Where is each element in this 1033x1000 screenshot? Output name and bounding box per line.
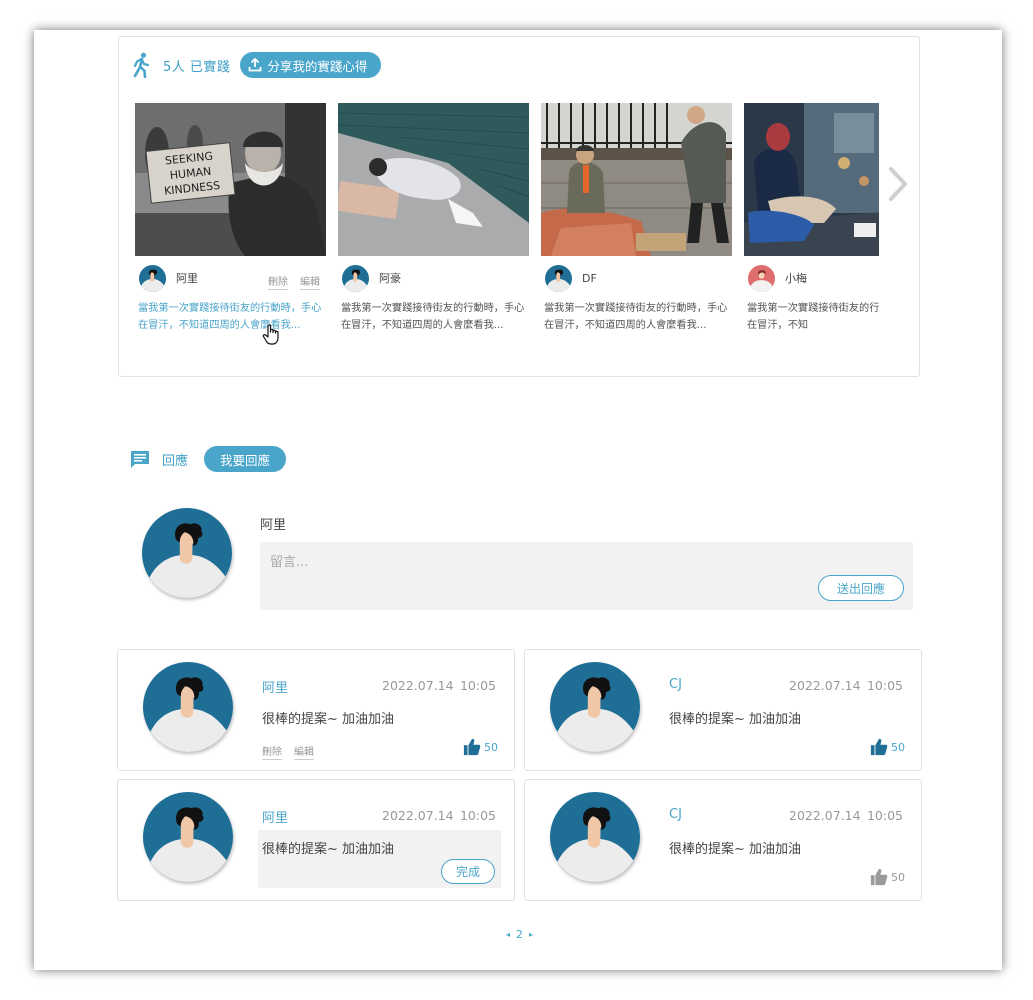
practice-item[interactable]: 阿豪 當我第一次實踐接待街友的行動時，手心在冒汗，不知道四周的人會麼看我... — [338, 103, 529, 334]
comment-card: CJ 2022.07.14 10:05 很棒的提案~ 加油加油 50 — [524, 649, 922, 771]
practice-author: 阿里 — [176, 272, 198, 285]
prev-page-button[interactable]: ◂ — [506, 930, 510, 939]
practice-item[interactable]: SEEKING HUMAN KINDNESS 阿里 刪除 編輯 當我第一次實踐接… — [135, 103, 326, 334]
practice-excerpt[interactable]: 當我第一次實踐接待街友的行動時，手心在冒汗，不知道四周的人會麼看我... — [541, 300, 732, 334]
avatar — [142, 508, 232, 598]
comment-date: 2022.07.14 — [382, 678, 454, 693]
responses-header: 回應 我要回應 — [130, 444, 287, 474]
comment-actions: 刪除 編輯 — [262, 743, 314, 760]
hand-pointer-cursor-icon — [262, 324, 279, 345]
practice-photo[interactable]: SEEKING HUMAN KINDNESS — [135, 103, 326, 256]
comment-author[interactable]: 阿里 — [262, 677, 288, 696]
delete-link[interactable]: 刪除 — [262, 743, 282, 760]
comment-input[interactable] — [260, 542, 913, 610]
thumbs-up-icon — [870, 738, 888, 756]
thumbs-up-icon — [463, 738, 481, 756]
thumbs-up-icon — [870, 868, 888, 886]
avatar — [342, 265, 369, 292]
practice-author-row: 阿里 刪除 編輯 — [135, 256, 326, 300]
practice-item[interactable]: DF 當我第一次實踐接待街友的行動時，手心在冒汗，不知道四周的人會麼看我... — [541, 103, 732, 334]
comment-time: 10:05 — [866, 808, 903, 823]
compose-user-name: 阿里 — [260, 518, 287, 533]
comment-text: 很棒的提案~ 加油加油 — [262, 712, 395, 727]
page-frame: 5人 已實踐 分享我的實踐心得 SEEKING HUMAN KINDNESS 阿… — [34, 30, 1002, 970]
comment-card: CJ 2022.07.14 10:05 很棒的提案~ 加油加油 50 — [524, 779, 922, 901]
share-button-label: 分享我的實踐心得 — [267, 58, 368, 74]
current-page[interactable]: 2 — [516, 928, 523, 941]
practice-author: 阿豪 — [379, 272, 401, 285]
practice-photo[interactable] — [744, 103, 879, 256]
avatar — [139, 265, 166, 292]
practice-author: 小梅 — [785, 272, 807, 285]
practice-excerpt[interactable]: 當我第一次實踐接待街友的行動時，手心在冒汗，不知 — [744, 300, 879, 334]
pagination: ◂ 2 ▸ — [506, 928, 533, 941]
practice-excerpt[interactable]: 當我第一次實踐接待街友的行動時，手心在冒汗，不知道四周的人會麼看我... — [135, 300, 326, 334]
comment-date: 2022.07.14 — [789, 678, 861, 693]
comment-date: 2022.07.14 — [382, 808, 454, 823]
comment-text: 很棒的提案~ 加油加油 — [669, 712, 802, 727]
reply-button[interactable]: 我要回應 — [204, 446, 287, 472]
practice-header: 5人 已實踐 分享我的實踐心得 — [131, 49, 382, 81]
practice-author-row: 阿豪 — [338, 256, 529, 300]
practice-excerpt[interactable]: 當我第一次實踐接待街友的行動時，手心在冒汗，不知道四周的人會麼看我... — [338, 300, 529, 334]
comment-edit-field[interactable]: 很棒的提案~ 加油加油 完成 — [258, 830, 501, 888]
responses-label: 回應 — [162, 453, 189, 469]
chevron-right-icon[interactable] — [887, 165, 909, 203]
practice-author: DF — [582, 271, 597, 285]
comment-time: 10:05 — [866, 678, 903, 693]
avatar — [550, 662, 640, 752]
comment-time: 10:05 — [459, 678, 496, 693]
comment-edit-text[interactable]: 很棒的提案~ 加油加油 — [262, 838, 394, 857]
comment-time: 10:05 — [459, 808, 496, 823]
share-experience-button[interactable]: 分享我的實踐心得 — [240, 52, 382, 78]
comment-author[interactable]: CJ — [669, 677, 682, 692]
comment-date: 2022.07.14 — [789, 808, 861, 823]
comment-card: 阿里 2022.07.14 10:05 很棒的提案~ 加油加油 刪除 編輯 50 — [117, 649, 515, 771]
practice-author-row: 小梅 — [744, 256, 879, 300]
like-count: 50 — [891, 870, 905, 884]
edit-link[interactable]: 編輯 — [294, 743, 314, 760]
like-button[interactable]: 50 — [463, 738, 498, 756]
like-button[interactable]: 50 — [870, 738, 905, 756]
practice-card: 5人 已實踐 分享我的實踐心得 SEEKING HUMAN KINDNESS 阿… — [118, 36, 920, 377]
upload-icon — [249, 58, 262, 72]
comment-card: 阿里 2022.07.14 10:05 很棒的提案~ 加油加油 完成 — [117, 779, 515, 901]
comment-author[interactable]: CJ — [669, 807, 682, 822]
comment-author[interactable]: 阿里 — [262, 807, 288, 826]
done-button[interactable]: 完成 — [441, 859, 495, 884]
compose-box: 送出回應 — [260, 542, 913, 610]
avatar — [143, 662, 233, 752]
practice-count: 5人 已實踐 — [163, 59, 231, 75]
comment-text: 很棒的提案~ 加油加油 — [669, 842, 802, 857]
avatar — [748, 265, 775, 292]
delete-link[interactable]: 刪除 — [268, 273, 288, 290]
practice-photo[interactable] — [541, 103, 732, 256]
avatar — [550, 792, 640, 882]
practice-carousel: SEEKING HUMAN KINDNESS 阿里 刪除 編輯 當我第一次實踐接… — [135, 103, 879, 343]
like-count: 50 — [891, 740, 905, 754]
avatar — [545, 265, 572, 292]
edit-link[interactable]: 編輯 — [300, 273, 320, 290]
practice-actions: 刪除 編輯 — [268, 273, 320, 290]
walking-person-icon — [133, 52, 150, 78]
practice-item[interactable]: 小梅 當我第一次實踐接待街友的行動時，手心在冒汗，不知 — [744, 103, 879, 334]
send-response-button[interactable]: 送出回應 — [818, 575, 904, 601]
avatar — [143, 792, 233, 882]
comment-icon — [131, 451, 149, 468]
like-count: 50 — [484, 740, 498, 754]
practice-photo[interactable] — [338, 103, 529, 256]
practice-author-row: DF — [541, 256, 732, 300]
next-page-button[interactable]: ▸ — [529, 930, 533, 939]
like-button[interactable]: 50 — [870, 868, 905, 886]
